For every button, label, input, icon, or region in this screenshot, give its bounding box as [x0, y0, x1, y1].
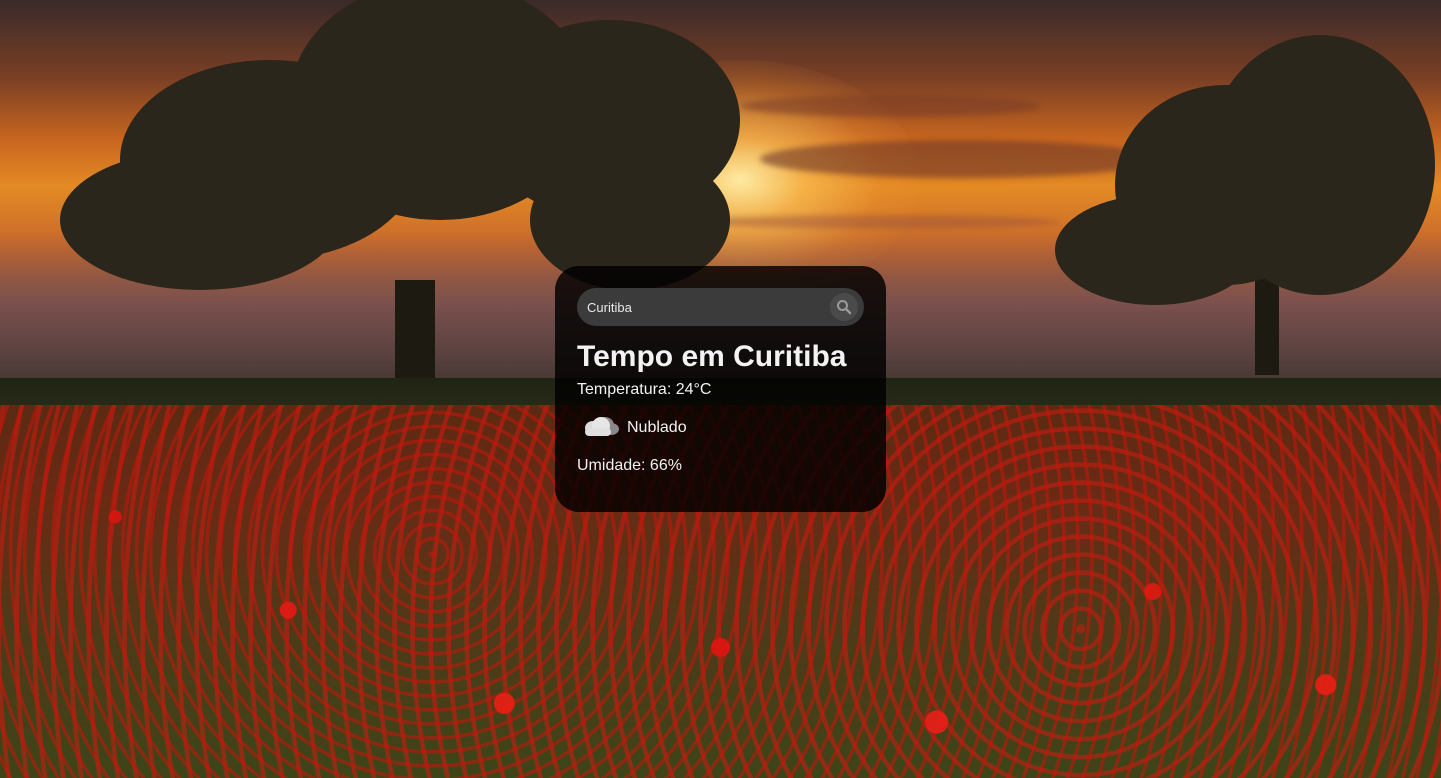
condition-text: Nublado — [627, 419, 687, 436]
humidity-text: Umidade: 66% — [577, 457, 682, 474]
search-bar — [577, 288, 864, 326]
tree-foliage — [1205, 35, 1435, 295]
city-title: Tempo em Curitiba — [577, 340, 847, 373]
search-button[interactable] — [830, 293, 858, 321]
weather-card: Tempo em Curitiba Temperatura: 24°C Nubl… — [555, 266, 886, 512]
tree-trunk — [395, 280, 435, 390]
city-search-input[interactable] — [585, 298, 828, 316]
cloud-band — [700, 215, 1060, 229]
cloud-icon — [585, 417, 619, 436]
tree-right — [1055, 35, 1441, 375]
temperature-text: Temperatura: 24°C — [577, 381, 712, 398]
background-landscape: Tempo em Curitiba Temperatura: 24°C Nubl… — [0, 0, 1441, 778]
cloud-band — [740, 95, 1040, 117]
search-icon — [837, 300, 852, 315]
condition-row: Nublado — [577, 412, 864, 444]
